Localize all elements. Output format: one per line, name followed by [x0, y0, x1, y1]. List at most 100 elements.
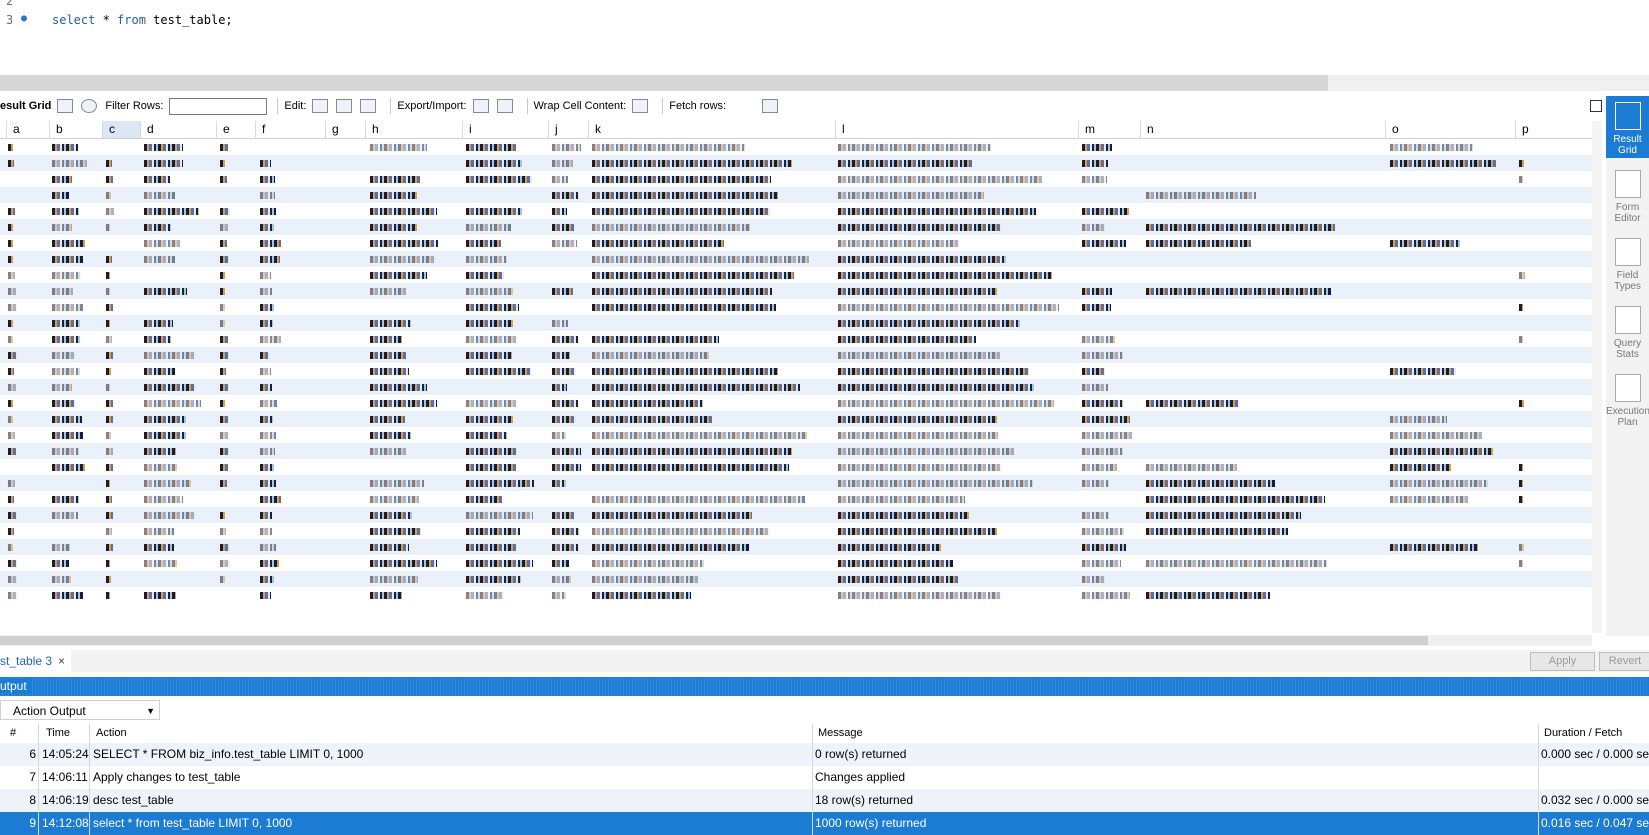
grid-cell-value[interactable]: [220, 400, 225, 407]
grid-cell-value[interactable]: [106, 304, 113, 311]
grid-cell-value[interactable]: [260, 528, 272, 535]
grid-cell-value[interactable]: [1146, 560, 1327, 567]
grid-cell-value[interactable]: [8, 224, 13, 231]
grid-cell-value[interactable]: [220, 384, 228, 391]
grid-cell-value[interactable]: [220, 144, 228, 151]
grid-cell-value[interactable]: [370, 208, 437, 215]
grid-cell-value[interactable]: [370, 576, 418, 583]
grid-row[interactable]: [0, 139, 1592, 155]
grid-cell-value[interactable]: [552, 416, 576, 423]
grid-cell-value[interactable]: [592, 432, 807, 439]
grid-row[interactable]: [0, 459, 1592, 475]
grid-cell-value[interactable]: [592, 352, 709, 359]
grid-cell-value[interactable]: [260, 208, 276, 215]
sql-statement[interactable]: select * from test_table;: [52, 13, 233, 27]
grid-cell-value[interactable]: [370, 176, 420, 183]
grid-cell-value[interactable]: [52, 320, 80, 327]
grid-cell-value[interactable]: [838, 352, 1000, 359]
grid-cell-value[interactable]: [8, 160, 14, 167]
grid-cell-value[interactable]: [838, 544, 941, 551]
grid-cell-value[interactable]: [552, 352, 570, 359]
grid-cell-value[interactable]: [838, 464, 1002, 471]
grid-cell-value[interactable]: [466, 224, 511, 231]
grid-cell-value[interactable]: [1082, 576, 1106, 583]
grid-cell-value[interactable]: [1390, 432, 1482, 439]
grid-cell-value[interactable]: [144, 192, 175, 199]
grid-row[interactable]: [0, 203, 1592, 219]
grid-cell-value[interactable]: [8, 576, 18, 583]
grid-cell-value[interactable]: [592, 240, 724, 247]
grid-cell-value[interactable]: [8, 272, 15, 279]
grid-cell-value[interactable]: [52, 560, 69, 567]
grid-cell-value[interactable]: [838, 272, 1052, 279]
grid-layout-icon[interactable]: [57, 99, 74, 113]
grid-cell-value[interactable]: [370, 416, 405, 423]
grid-cell-value[interactable]: [466, 288, 513, 295]
grid-cell-value[interactable]: [220, 272, 225, 279]
grid-cell-value[interactable]: [838, 448, 1015, 455]
grid-cell-value[interactable]: [8, 336, 13, 343]
grid-cell-value[interactable]: [1082, 416, 1130, 423]
grid-cell-value[interactable]: [466, 304, 519, 311]
grid-cell-value[interactable]: [52, 368, 80, 375]
column-header[interactable]: f: [255, 121, 325, 138]
grid-cell-value[interactable]: [52, 576, 71, 583]
grid-cell-value[interactable]: [838, 224, 1002, 231]
grid-cell-value[interactable]: [1390, 144, 1473, 151]
grid-cell-value[interactable]: [370, 336, 402, 343]
grid-cell-value[interactable]: [106, 592, 110, 599]
grid-cell-value[interactable]: [144, 144, 183, 151]
grid-cell-value[interactable]: [370, 400, 437, 407]
output-type-select[interactable]: Action Output ▼: [0, 700, 160, 720]
grid-cell-value[interactable]: [144, 448, 176, 455]
grid-row[interactable]: [0, 187, 1592, 203]
grid-cell-value[interactable]: [1082, 592, 1130, 599]
grid-cell-value[interactable]: [8, 432, 15, 439]
grid-row[interactable]: [0, 251, 1592, 267]
export-icon[interactable]: [472, 99, 489, 113]
grid-cell-value[interactable]: [466, 176, 532, 183]
column-header[interactable]: c: [102, 121, 140, 138]
grid-cell-value[interactable]: [52, 544, 70, 551]
delete-row-icon[interactable]: [360, 99, 377, 113]
grid-cell-value[interactable]: [552, 208, 567, 215]
grid-cell-value[interactable]: [220, 320, 225, 327]
grid-cell-value[interactable]: [552, 288, 573, 295]
grid-cell-value[interactable]: [370, 496, 419, 503]
grid-cell-value[interactable]: [1390, 368, 1456, 375]
column-header[interactable]: o: [1385, 121, 1515, 138]
grid-cell-value[interactable]: [838, 512, 969, 519]
grid-cell-value[interactable]: [1082, 384, 1108, 391]
grid-cell-value[interactable]: [370, 368, 409, 375]
grid-cell-value[interactable]: [220, 528, 226, 535]
grid-cell-value[interactable]: [8, 368, 14, 375]
grid-cell-value[interactable]: [106, 288, 110, 295]
grid-cell-value[interactable]: [260, 592, 271, 599]
grid-cell-value[interactable]: [552, 224, 575, 231]
grid-cell-value[interactable]: [370, 240, 438, 247]
grid-cell-value[interactable]: [8, 480, 15, 487]
grid-cell-value[interactable]: [592, 448, 792, 455]
grid-cell-value[interactable]: [144, 208, 199, 215]
grid-cell-value[interactable]: [552, 576, 571, 583]
grid-cell-value[interactable]: [260, 176, 275, 183]
grid-cell-value[interactable]: [592, 272, 794, 279]
execution-plan-button[interactable]: Execution Plan: [1606, 368, 1649, 430]
grid-cell-value[interactable]: [220, 304, 225, 311]
grid-cell-value[interactable]: [106, 480, 110, 487]
grid-cell-value[interactable]: [52, 288, 73, 295]
grid-cell-value[interactable]: [144, 336, 171, 343]
grid-cell-value[interactable]: [8, 528, 14, 535]
grid-cell-value[interactable]: [144, 432, 186, 439]
grid-cell-value[interactable]: [592, 224, 750, 231]
grid-row[interactable]: [0, 171, 1592, 187]
grid-row[interactable]: [0, 411, 1592, 427]
grid-cell-value[interactable]: [466, 400, 517, 407]
grid-cell-value[interactable]: [838, 192, 984, 199]
grid-cell-value[interactable]: [592, 304, 776, 311]
grid-cell-value[interactable]: [592, 160, 792, 167]
grid-cell-value[interactable]: [144, 368, 175, 375]
grid-cell-value[interactable]: [1082, 512, 1109, 519]
grid-cell-value[interactable]: [370, 448, 407, 455]
grid-cell-value[interactable]: [838, 560, 953, 567]
